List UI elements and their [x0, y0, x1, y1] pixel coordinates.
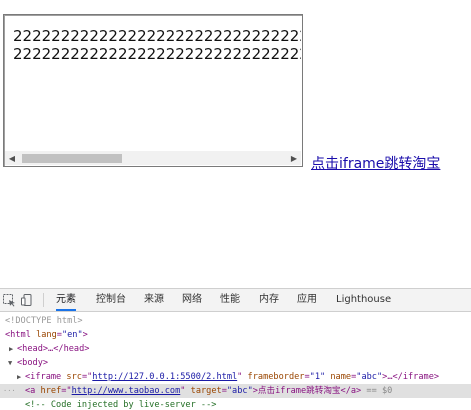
expand-triangle-icon[interactable]: ▶ [17, 370, 21, 384]
iframe-src-attr: src [66, 372, 82, 382]
iframe-text-line: 22222222222222222222222222222222222222 [13, 45, 301, 63]
dom-node-html[interactable]: <html lang="en"> [0, 328, 471, 342]
tab-lighthouse[interactable]: Lighthouse [336, 289, 391, 311]
tab-performance[interactable]: 性能 [220, 289, 240, 311]
doctype-text: <!DOCTYPE html> [5, 316, 83, 326]
iframe-name-attr: name [330, 372, 352, 382]
dom-node-anchor-selected[interactable]: ··· <a href="http://www.taobao.com" targ… [0, 384, 471, 398]
html-attr-value: "en" [61, 330, 83, 340]
embedded-iframe[interactable]: 222222222222222222222222222222 22222222 2… [3, 14, 303, 167]
scrollbar-thumb[interactable] [22, 154, 122, 163]
toolbar-separator [43, 293, 44, 307]
anchor-target-value: "abc" [226, 386, 253, 396]
anchor-href-link[interactable]: http://www.taobao.com [72, 386, 181, 396]
tab-application[interactable]: 应用 [297, 289, 317, 311]
dom-tree[interactable]: <!DOCTYPE html> <html lang="en"> ▶ <head… [0, 314, 471, 410]
iframe-tag: <iframe [25, 372, 62, 382]
anchor-tag: <a [25, 386, 36, 396]
ellipsis-icon[interactable]: ··· [3, 384, 16, 398]
anchor-href-attr: href [40, 386, 62, 396]
device-toolbar-icon[interactable] [20, 293, 34, 307]
iframe-horizontal-scrollbar[interactable]: ◀ ▶ [5, 151, 301, 165]
scroll-left-arrow-icon[interactable]: ◀ [5, 151, 19, 165]
iframe-text-line: 22222222222222222222222222222222222222 [13, 27, 301, 45]
dom-node-iframe[interactable]: ▶ <iframe src="http://127.0.0.1:5500/2.h… [0, 370, 471, 384]
iframe-name-value: "abc" [356, 372, 383, 382]
dom-node-head[interactable]: ▶ <head>…</head> [0, 342, 471, 356]
iframe-src-link[interactable]: http://127.0.0.1:5500/2.html [92, 372, 237, 382]
devtools-toolbar: 元素 控制台 来源 网络 性能 内存 应用 Lighthouse [0, 289, 471, 312]
iframe-close-tag: >…</iframe> [382, 372, 440, 382]
tab-elements[interactable]: 元素 [56, 289, 76, 311]
tab-memory[interactable]: 内存 [259, 289, 279, 311]
iframe-content: 222222222222222222222222222222 22222222 2… [13, 27, 301, 149]
scroll-right-arrow-icon[interactable]: ▶ [287, 151, 301, 165]
selected-node-marker: == $0 [366, 386, 393, 396]
collapse-triangle-icon[interactable]: ▼ [8, 356, 12, 370]
devtools-panel: 元素 控制台 来源 网络 性能 内存 应用 Lighthouse <!DOCTY… [0, 288, 471, 410]
tab-sources[interactable]: 来源 [144, 289, 164, 311]
body-tag: <body> [17, 358, 49, 368]
html-attr-name: lang [36, 330, 57, 340]
dom-node-doctype[interactable]: <!DOCTYPE html> [0, 314, 471, 328]
dom-node-comment[interactable]: <!-- Code injected by live-server --> [0, 398, 471, 410]
head-tag: <head>…</head> [17, 344, 90, 354]
inspect-element-icon[interactable] [2, 293, 16, 307]
taobao-link[interactable]: 点击iframe跳转淘宝 [311, 153, 440, 173]
expand-triangle-icon[interactable]: ▶ [9, 342, 13, 356]
anchor-text: >点击iframe跳转淘宝</a> [252, 386, 362, 396]
dom-node-body[interactable]: ▼ <body> [0, 356, 471, 370]
iframe-frameborder-value: "1" [309, 372, 326, 382]
tab-console[interactable]: 控制台 [96, 289, 126, 311]
html-tag: <html [5, 330, 31, 340]
anchor-target-attr: target [190, 386, 222, 396]
iframe-frameborder-attr: frameborder [247, 372, 305, 382]
tab-network[interactable]: 网络 [182, 289, 202, 311]
